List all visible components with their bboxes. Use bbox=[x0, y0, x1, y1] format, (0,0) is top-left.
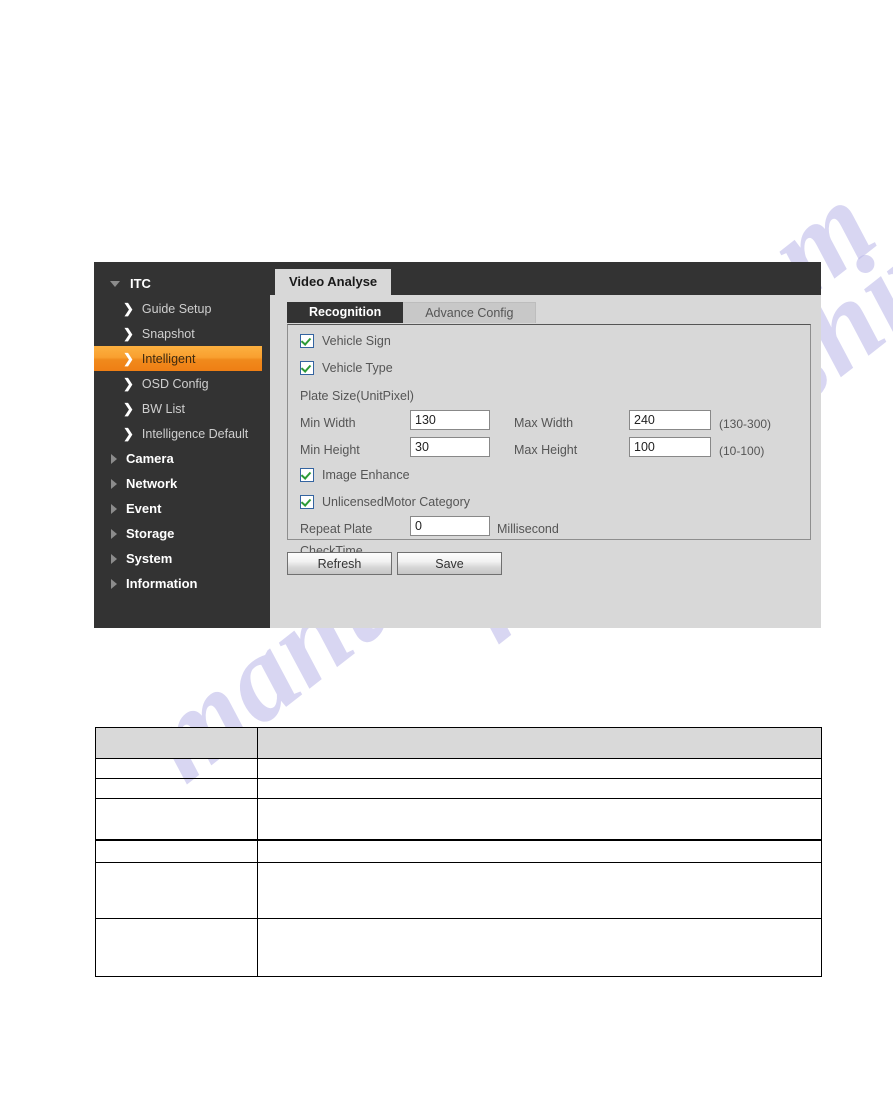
min-width-label: Min Width bbox=[300, 416, 356, 430]
sidebar-item-snapshot[interactable]: ❯ Snapshot bbox=[94, 321, 270, 346]
table-row bbox=[95, 918, 822, 977]
refresh-button[interactable]: Refresh bbox=[287, 552, 392, 575]
checkbox-row-vehicle-type[interactable]: Vehicle Type bbox=[300, 361, 393, 375]
tab-recognition[interactable]: Recognition bbox=[287, 302, 404, 323]
checkbox-checked-icon[interactable] bbox=[300, 334, 314, 348]
panel-title-bar: Video Analyse bbox=[270, 262, 821, 295]
vehicle-type-label: Vehicle Type bbox=[322, 361, 393, 375]
sidebar-navigation: ITC ❯ Guide Setup ❯ Snapshot ❯ Intellige… bbox=[94, 262, 270, 628]
sidebar-item-label: Snapshot bbox=[141, 326, 195, 341]
parameter-description-table bbox=[95, 727, 822, 977]
min-height-input[interactable] bbox=[410, 437, 490, 457]
max-height-range-hint: (10-100) bbox=[719, 444, 765, 458]
triangle-right-icon bbox=[111, 453, 117, 464]
sidebar-group-event[interactable]: Event bbox=[94, 496, 270, 521]
table-cell-parameter bbox=[95, 918, 258, 977]
millisecond-unit-label: Millisecond bbox=[497, 522, 559, 536]
save-button[interactable]: Save bbox=[397, 552, 502, 575]
table-cell-parameter bbox=[95, 862, 258, 919]
sidebar-group-storage[interactable]: Storage bbox=[94, 521, 270, 546]
unlicensed-motor-label: UnlicensedMotor Category bbox=[322, 495, 470, 509]
table-header-cell-parameter bbox=[95, 727, 258, 759]
table-cell-function bbox=[257, 862, 822, 919]
triangle-right-icon bbox=[111, 478, 117, 489]
sidebar-item-intelligent[interactable]: ❯ Intelligent bbox=[94, 346, 262, 371]
min-width-input[interactable] bbox=[410, 410, 490, 430]
sidebar-group-network[interactable]: Network bbox=[94, 471, 270, 496]
device-web-ui-window: ITC ❯ Guide Setup ❯ Snapshot ❯ Intellige… bbox=[94, 262, 821, 628]
image-enhance-label: Image Enhance bbox=[322, 468, 410, 482]
table-cell-parameter bbox=[95, 798, 258, 841]
recognition-form-panel: Vehicle Sign Vehicle Type Plate Size(Uni… bbox=[287, 324, 811, 558]
table-cell-parameter bbox=[95, 778, 258, 799]
table-row bbox=[95, 839, 822, 863]
chevron-right-icon: ❯ bbox=[123, 426, 134, 441]
sidebar-item-bw-list[interactable]: ❯ BW List bbox=[94, 396, 270, 421]
max-width-label: Max Width bbox=[514, 416, 574, 430]
sidebar-item-intelligence-default[interactable]: ❯ Intelligence Default bbox=[94, 421, 270, 446]
chevron-right-icon: ❯ bbox=[123, 326, 134, 341]
chevron-right-icon: ❯ bbox=[123, 401, 134, 416]
sidebar-item-label: Intelligence Default bbox=[141, 426, 249, 441]
chevron-right-icon: ❯ bbox=[123, 301, 134, 316]
triangle-right-icon bbox=[111, 528, 117, 539]
sidebar-group-label: Event bbox=[126, 501, 162, 516]
sidebar-group-system[interactable]: System bbox=[94, 546, 270, 571]
table-header-row bbox=[95, 727, 822, 759]
min-height-label: Min Height bbox=[300, 443, 360, 457]
tab-advance-config[interactable]: Advance Config bbox=[403, 302, 537, 323]
triangle-right-icon bbox=[111, 578, 117, 589]
sidebar-group-label: System bbox=[126, 551, 173, 566]
table-row bbox=[95, 758, 822, 779]
max-width-range-hint: (130-300) bbox=[719, 417, 772, 431]
sidebar-item-label: Guide Setup bbox=[141, 301, 212, 316]
sidebar-group-label: Network bbox=[126, 476, 178, 491]
checkbox-row-unlicensed-motor-category[interactable]: UnlicensedMotor Category bbox=[300, 495, 470, 509]
max-width-input[interactable] bbox=[629, 410, 711, 430]
table-cell-function bbox=[257, 778, 822, 799]
table-cell-parameter bbox=[95, 839, 258, 863]
table-cell-function bbox=[257, 839, 822, 863]
vehicle-sign-label: Vehicle Sign bbox=[322, 334, 391, 348]
chevron-right-icon: ❯ bbox=[123, 351, 134, 366]
triangle-right-icon bbox=[111, 553, 117, 564]
checkbox-row-vehicle-sign[interactable]: Vehicle Sign bbox=[300, 334, 391, 348]
table-row bbox=[95, 862, 822, 919]
sidebar-item-osd-config[interactable]: ❯ OSD Config bbox=[94, 371, 270, 396]
repeat-plate-checktime-input[interactable] bbox=[410, 516, 490, 536]
triangle-right-icon bbox=[111, 503, 117, 514]
table-row bbox=[95, 778, 822, 799]
sidebar-group-information[interactable]: Information bbox=[94, 571, 270, 596]
sidebar-item-label: Intelligent bbox=[141, 351, 196, 366]
table-cell-parameter bbox=[95, 758, 258, 779]
checkbox-checked-icon[interactable] bbox=[300, 361, 314, 375]
sidebar-group-label: Storage bbox=[126, 526, 175, 541]
form-action-buttons: Refresh Save bbox=[287, 552, 811, 576]
sidebar-root-itc[interactable]: ITC bbox=[94, 271, 270, 296]
chevron-right-icon: ❯ bbox=[123, 376, 134, 391]
tab-strip: Recognition Advance Config bbox=[270, 295, 821, 323]
sidebar-group-camera[interactable]: Camera bbox=[94, 446, 270, 471]
sidebar-group-label: Camera bbox=[126, 451, 174, 466]
page-title-tab[interactable]: Video Analyse bbox=[275, 269, 392, 295]
plate-size-section-label: Plate Size(UnitPixel) bbox=[300, 389, 414, 403]
table-cell-function bbox=[257, 798, 822, 841]
max-height-label: Max Height bbox=[514, 443, 578, 457]
checkbox-checked-icon[interactable] bbox=[300, 468, 314, 482]
checkbox-checked-icon[interactable] bbox=[300, 495, 314, 509]
sidebar-item-label: BW List bbox=[141, 401, 185, 416]
sidebar-group-label: Information bbox=[126, 576, 198, 591]
checkbox-row-image-enhance[interactable]: Image Enhance bbox=[300, 468, 410, 482]
sidebar-item-label: OSD Config bbox=[141, 376, 209, 391]
triangle-down-icon bbox=[110, 280, 120, 287]
max-height-input[interactable] bbox=[629, 437, 711, 457]
repeat-plate-label-line1: Repeat Plate bbox=[300, 522, 373, 536]
sidebar-item-guide-setup[interactable]: ❯ Guide Setup bbox=[94, 296, 270, 321]
table-cell-function bbox=[257, 918, 822, 977]
table-cell-function bbox=[257, 758, 822, 779]
table-row bbox=[95, 798, 822, 841]
main-content-panel: Video Analyse Recognition Advance Config … bbox=[270, 262, 821, 628]
table-header-cell-function bbox=[257, 727, 822, 759]
sidebar-root-label: ITC bbox=[130, 276, 151, 291]
